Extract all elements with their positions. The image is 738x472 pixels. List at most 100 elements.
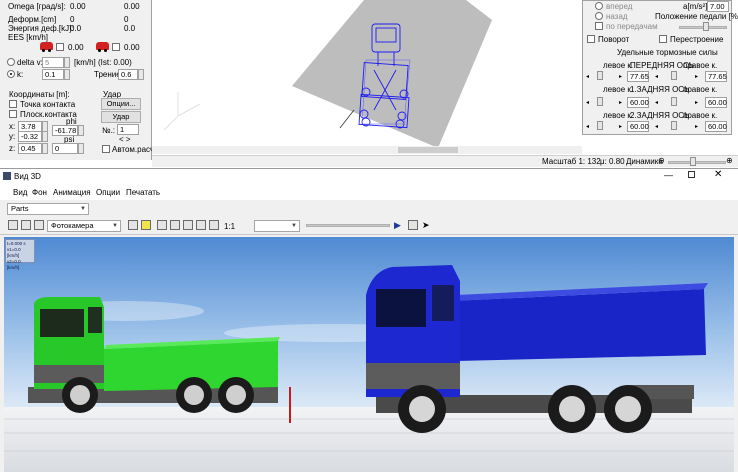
front-left-input[interactable]: 77.65 (627, 71, 649, 82)
close-icon[interactable]: ✕ (714, 169, 722, 180)
prev-next-arrows[interactable]: < > (119, 135, 131, 144)
pointer-icon[interactable]: ➤ (422, 220, 430, 231)
front-right-arrow-left[interactable]: ◂ (655, 73, 658, 80)
deform-label: Деформ.[cm] (8, 15, 57, 24)
zoom-slider-thumb[interactable] (690, 157, 696, 166)
scene-3d-viewport[interactable] (4, 237, 734, 472)
turn-label: Поворот (598, 35, 630, 44)
view-right-icon[interactable] (196, 220, 206, 230)
turn-checkbox[interactable] (587, 35, 595, 43)
hud-v1: v1=0.0 [km/h] (7, 247, 21, 258)
accel-input[interactable]: 7.00 (707, 1, 729, 12)
rear2-right-arrow-right[interactable]: ▸ (695, 123, 698, 130)
rear1-left-label: левое к. (603, 85, 634, 94)
view-front-icon[interactable] (157, 220, 167, 230)
rear1-right-slider-thumb[interactable] (671, 97, 677, 106)
x-label: x: (9, 122, 16, 131)
y-input[interactable]: -0.32 (18, 131, 42, 142)
forward-radio[interactable] (595, 2, 603, 10)
view-top-icon[interactable] (209, 220, 219, 230)
menu-animation[interactable]: Анимация (53, 188, 91, 197)
timeline-slider[interactable] (306, 224, 390, 227)
gears-checkbox[interactable] (595, 22, 603, 30)
z-spinner[interactable] (42, 143, 48, 154)
auto-calc-checkbox[interactable] (102, 145, 110, 153)
scale-readout: Масштаб 1: 132 (542, 157, 601, 166)
zoom-out-icon[interactable]: ⊖ (658, 156, 665, 165)
minimize-icon[interactable]: — (664, 170, 673, 180)
rear2-left-arrow-right[interactable]: ▸ (619, 123, 622, 130)
zoom-slider-track[interactable] (668, 161, 726, 164)
pedal-slider-thumb[interactable] (703, 22, 709, 31)
top-view-canvas[interactable] (152, 0, 582, 150)
view-left-icon[interactable] (183, 220, 193, 230)
rear2-left-input[interactable]: 60.00 (627, 121, 649, 132)
psi-spinner[interactable] (78, 143, 84, 154)
menu-options[interactable]: Опции (96, 188, 120, 197)
save-image-icon[interactable] (8, 220, 18, 230)
friction-spinner[interactable] (138, 69, 144, 80)
front-left-arrow-left[interactable]: ◂ (586, 73, 589, 80)
menu-view[interactable]: Вид (13, 188, 27, 197)
rear1-right-arrow-right[interactable]: ▸ (695, 99, 698, 106)
accel-label: a[m/s²] (683, 2, 708, 11)
front-right-slider-thumb[interactable] (671, 71, 677, 80)
back-radio[interactable] (595, 12, 603, 20)
omega-label: Omega [град/s]: (8, 2, 66, 11)
restore-icon[interactable] (688, 171, 695, 178)
rear1-left-input[interactable]: 60.00 (627, 97, 649, 108)
contact-plane-checkbox[interactable] (9, 110, 17, 118)
front-right-arrow-right[interactable]: ▸ (695, 73, 698, 80)
rear1-right-arrow-left[interactable]: ◂ (655, 99, 658, 106)
rear1-right-input[interactable]: 60.00 (705, 97, 727, 108)
front-left-slider-thumb[interactable] (597, 71, 603, 80)
rear2-right-input[interactable]: 60.00 (705, 121, 727, 132)
y-spinner[interactable] (42, 131, 48, 142)
omega-b-value: 0.00 (124, 2, 140, 11)
contact-point-checkbox[interactable] (9, 100, 17, 108)
zoom-in-icon[interactable]: ⊕ (726, 156, 733, 165)
record-icon[interactable] (408, 220, 418, 230)
print-icon[interactable] (21, 220, 31, 230)
k-input[interactable]: 0.1 (42, 69, 64, 80)
rear2-left-arrow-left[interactable]: ◂ (586, 123, 589, 130)
phi-spinner[interactable] (78, 125, 84, 136)
rear1-left-arrow-right[interactable]: ▸ (619, 99, 622, 106)
friction-input[interactable]: 0.6 (118, 69, 138, 80)
delta-v-input[interactable]: 5 (42, 57, 64, 68)
play-icon[interactable]: ▶ (394, 220, 401, 231)
rear1-left-slider-thumb[interactable] (597, 97, 603, 106)
camera-icon[interactable] (128, 220, 138, 230)
car-a-checkbox[interactable] (56, 43, 64, 51)
copy-icon[interactable] (34, 220, 44, 230)
scrollbar-thumb[interactable] (398, 147, 458, 153)
impact-button[interactable]: Удар (101, 111, 141, 123)
frame-combo[interactable]: ▼ (254, 220, 300, 232)
rear1-left-arrow-left[interactable]: ◂ (586, 99, 589, 106)
car-b-icon (96, 42, 109, 52)
delta-v-radio[interactable] (7, 58, 15, 66)
delta-v-spinner[interactable] (64, 57, 70, 68)
light-icon[interactable] (141, 220, 151, 230)
parts-combo[interactable]: Parts ▼ (7, 203, 89, 215)
rear2-right-arrow-left[interactable]: ◂ (655, 123, 658, 130)
z-input[interactable]: 0.45 (18, 143, 42, 154)
menu-print[interactable]: Печатать (126, 188, 160, 197)
k-radio[interactable] (7, 70, 15, 78)
canvas-horizontal-scrollbar[interactable] (152, 146, 582, 154)
rear2-left-slider-thumb[interactable] (597, 121, 603, 130)
camera-combo[interactable]: Фотокамера ▼ (47, 220, 121, 232)
deform-b-value: 0 (124, 15, 129, 24)
view-back-icon[interactable] (170, 220, 180, 230)
number-input[interactable]: 1 (117, 124, 139, 135)
menu-background[interactable]: Фон (32, 188, 47, 197)
front-right-input[interactable]: 77.65 (705, 71, 727, 82)
front-left-arrow-right[interactable]: ▸ (619, 73, 622, 80)
camera-combo-value: Фотокамера (51, 221, 94, 230)
rear2-right-slider-thumb[interactable] (671, 121, 677, 130)
car-b-checkbox[interactable] (112, 43, 120, 51)
psi-input[interactable]: 0 (52, 143, 78, 154)
k-spinner[interactable] (64, 69, 70, 80)
options-button[interactable]: Опции... (101, 98, 141, 110)
rebuild-checkbox[interactable] (659, 35, 667, 43)
